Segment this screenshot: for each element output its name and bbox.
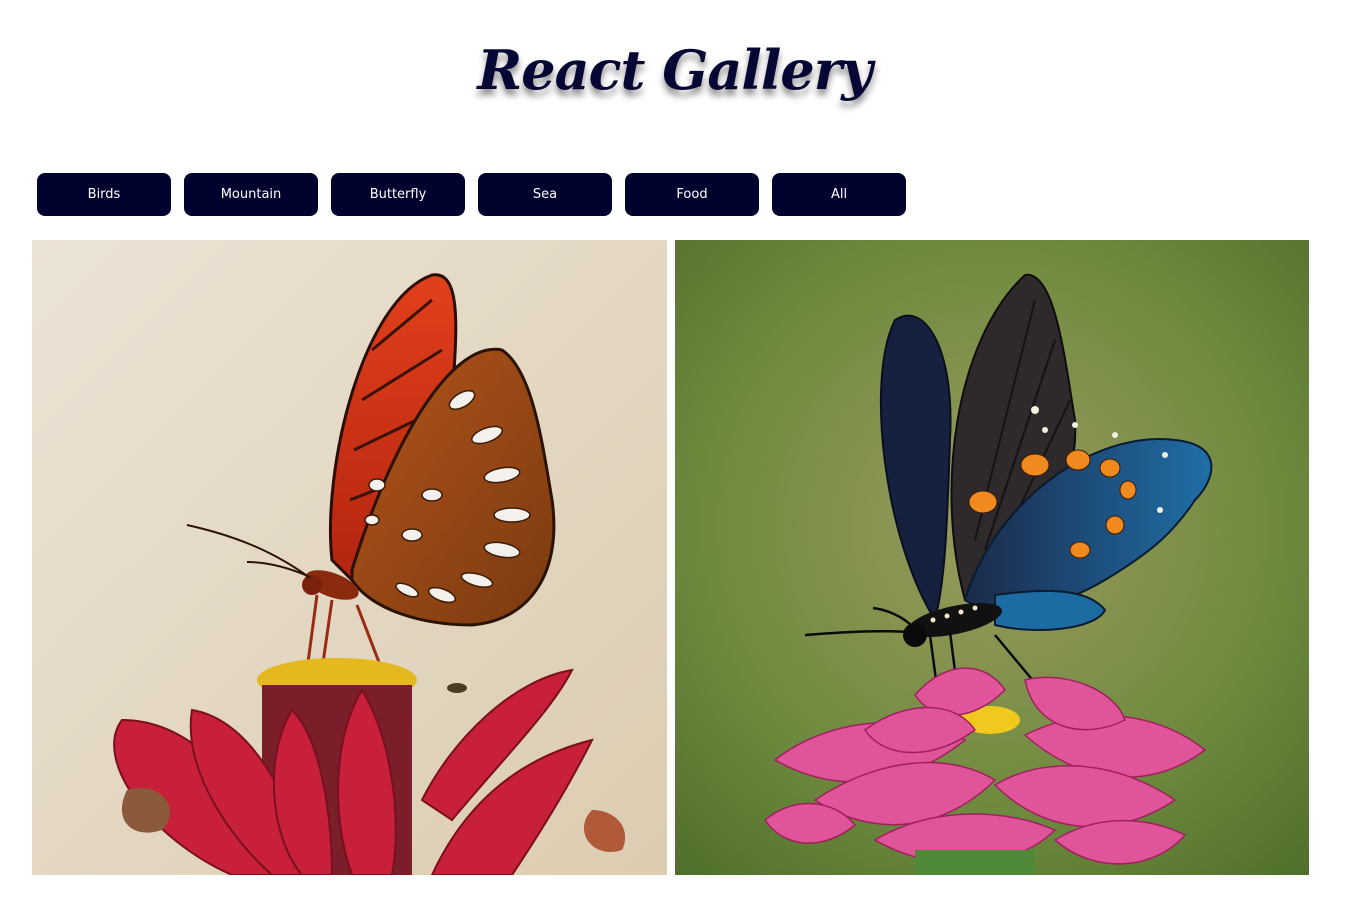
filter-button-sea[interactable]: Sea [478, 173, 612, 216]
filter-button-mountain[interactable]: Mountain [184, 173, 318, 216]
orange-butterfly-photo-icon [32, 240, 667, 875]
gallery-image-orange-butterfly[interactable] [32, 240, 667, 875]
page-title: React Gallery [477, 38, 872, 102]
filter-button-birds[interactable]: Birds [37, 173, 171, 216]
blue-butterfly-photo-icon [674, 240, 1309, 875]
gallery-image-blue-butterfly[interactable] [674, 240, 1309, 875]
category-filter-bar: Birds Mountain Butterfly Sea Food All [37, 173, 906, 216]
filter-button-butterfly[interactable]: Butterfly [331, 173, 465, 216]
gallery-page: React Gallery Birds Mountain Butterfly S… [0, 0, 1349, 911]
image-grid [32, 240, 1309, 875]
filter-button-food[interactable]: Food [625, 173, 759, 216]
filter-button-all[interactable]: All [772, 173, 906, 216]
